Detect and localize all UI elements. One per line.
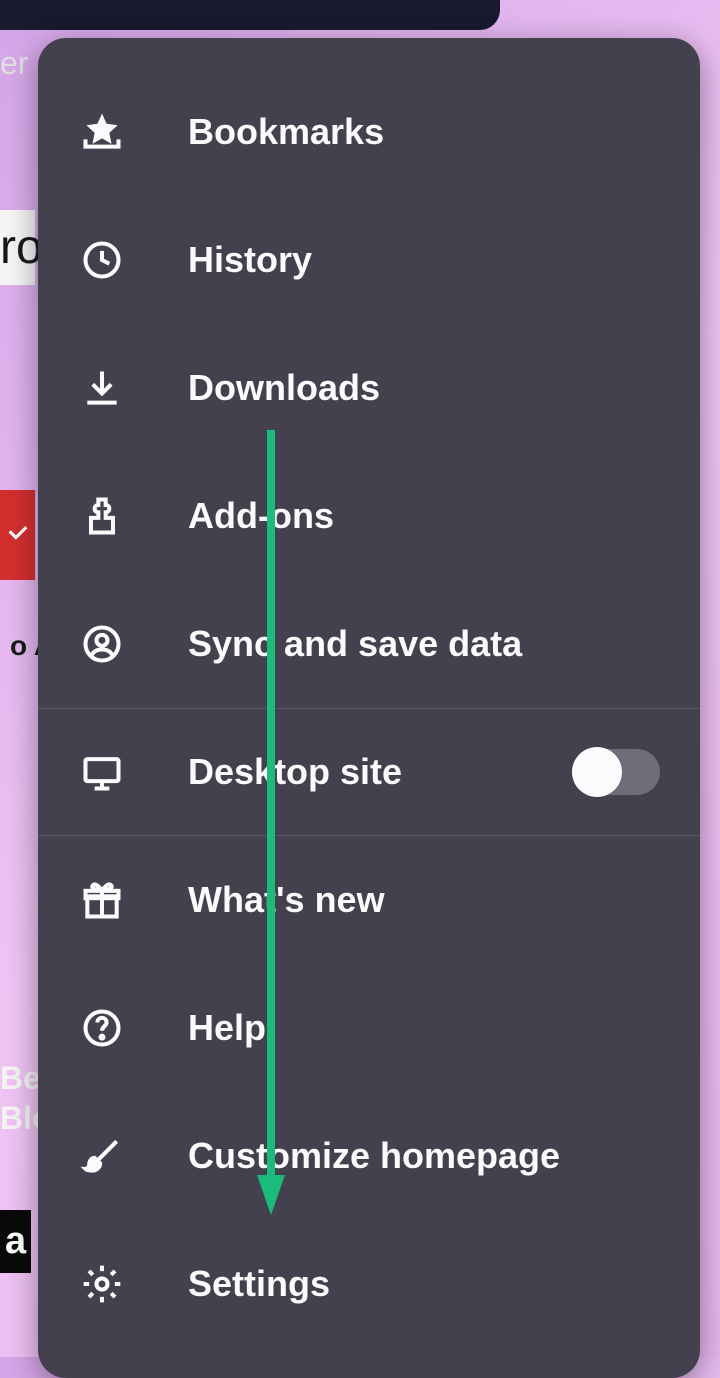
background-fragment-ro: ro: [0, 210, 35, 285]
menu-label-whats-new: What's new: [188, 879, 385, 921]
menu-label-settings: Settings: [188, 1263, 330, 1305]
background-red-block: [0, 490, 35, 580]
help-icon: [78, 1004, 126, 1052]
star-tray-icon: [78, 108, 126, 156]
menu-item-history[interactable]: History: [38, 196, 700, 324]
browser-menu-panel: Bookmarks History Downloads Add-ons Sync…: [38, 38, 700, 1378]
menu-label-bookmarks: Bookmarks: [188, 111, 384, 153]
desktop-site-toggle[interactable]: [572, 749, 660, 795]
gear-icon: [78, 1260, 126, 1308]
toggle-knob: [572, 747, 622, 797]
account-icon: [78, 620, 126, 668]
puzzle-icon: [78, 492, 126, 540]
menu-item-customize-homepage[interactable]: Customize homepage: [38, 1092, 700, 1220]
desktop-icon: [78, 748, 126, 796]
menu-label-sync: Sync and save data: [188, 623, 522, 665]
menu-item-sync[interactable]: Sync and save data: [38, 580, 700, 708]
download-icon: [78, 364, 126, 412]
menu-label-help: Help: [188, 1007, 266, 1049]
menu-item-downloads[interactable]: Downloads: [38, 324, 700, 452]
menu-item-addons[interactable]: Add-ons: [38, 452, 700, 580]
background-fragment-a: a: [0, 1210, 31, 1273]
menu-item-settings[interactable]: Settings: [38, 1220, 700, 1348]
menu-item-whats-new[interactable]: What's new: [38, 836, 700, 964]
background-fragment-er: er: [0, 45, 28, 82]
menu-label-history: History: [188, 239, 312, 281]
menu-label-addons: Add-ons: [188, 495, 334, 537]
brush-icon: [78, 1132, 126, 1180]
menu-label-downloads: Downloads: [188, 367, 380, 409]
menu-item-desktop-site[interactable]: Desktop site: [38, 708, 700, 836]
menu-item-help[interactable]: Help: [38, 964, 700, 1092]
menu-label-customize: Customize homepage: [188, 1135, 560, 1177]
background-dark-bar: [0, 0, 500, 30]
background-fragment-be: Be: [0, 1060, 41, 1097]
menu-item-bookmarks[interactable]: Bookmarks: [38, 68, 700, 196]
clock-icon: [78, 236, 126, 284]
gift-icon: [78, 876, 126, 924]
menu-label-desktop-site: Desktop site: [188, 751, 402, 793]
